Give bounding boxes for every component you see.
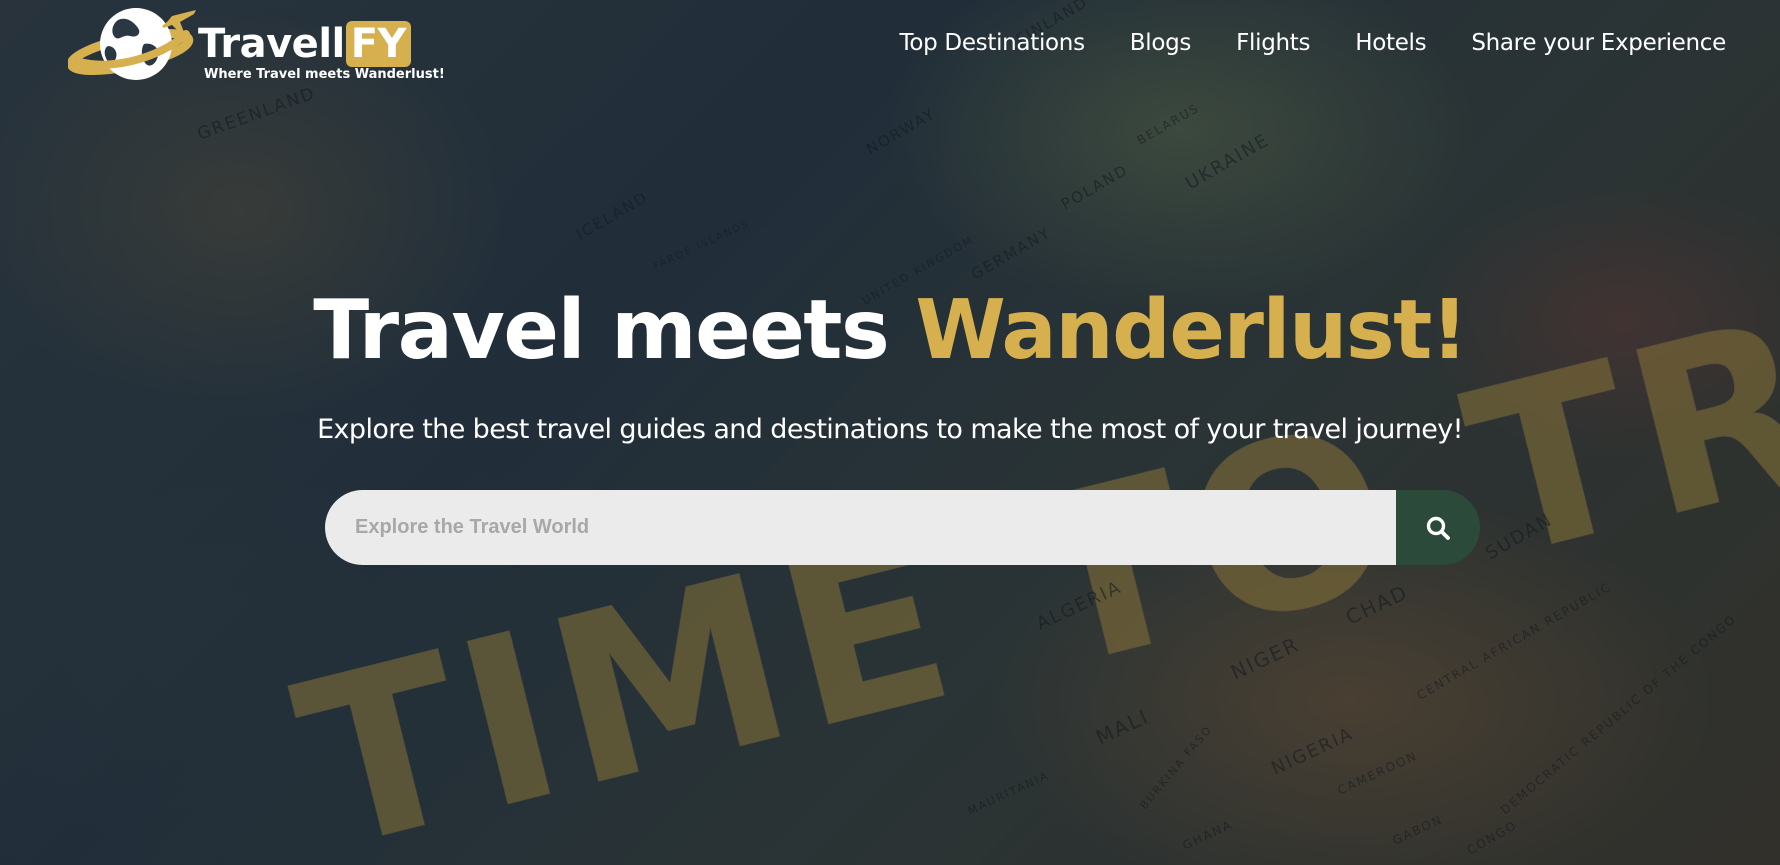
nav-link-top-destinations[interactable]: Top Destinations	[899, 30, 1085, 56]
hero-title: Travel meets Wanderlust!	[0, 290, 1780, 372]
brand-name-main: Travell	[198, 21, 345, 67]
search-bar	[325, 490, 1480, 565]
nav-link-share-experience[interactable]: Share your Experience	[1471, 30, 1726, 56]
search-input[interactable]	[325, 490, 1396, 565]
nav-link-blogs[interactable]: Blogs	[1130, 30, 1192, 56]
search-button[interactable]	[1396, 490, 1480, 565]
hero-title-accent: Wanderlust!	[915, 283, 1468, 378]
nav-link-flights[interactable]: Flights	[1236, 30, 1310, 56]
brand-name: Travell FY	[198, 21, 412, 67]
search-icon	[1426, 516, 1450, 540]
globe-plane-icon	[68, 8, 196, 80]
navbar: Travell FY Where Travel meets Wanderlust!…	[0, 0, 1780, 90]
nav-link-hotels[interactable]: Hotels	[1355, 30, 1426, 56]
brand-tagline: Where Travel meets Wanderlust!	[204, 67, 445, 82]
main-navigation: Top Destinations Blogs Flights Hotels Sh…	[899, 30, 1726, 56]
site-logo[interactable]: Travell FY Where Travel meets Wanderlust!	[68, 4, 445, 84]
brand-name-highlight: FY	[345, 21, 412, 67]
hero-title-main: Travel meets	[313, 283, 890, 378]
hero-subtitle: Explore the best travel guides and desti…	[317, 414, 1463, 445]
